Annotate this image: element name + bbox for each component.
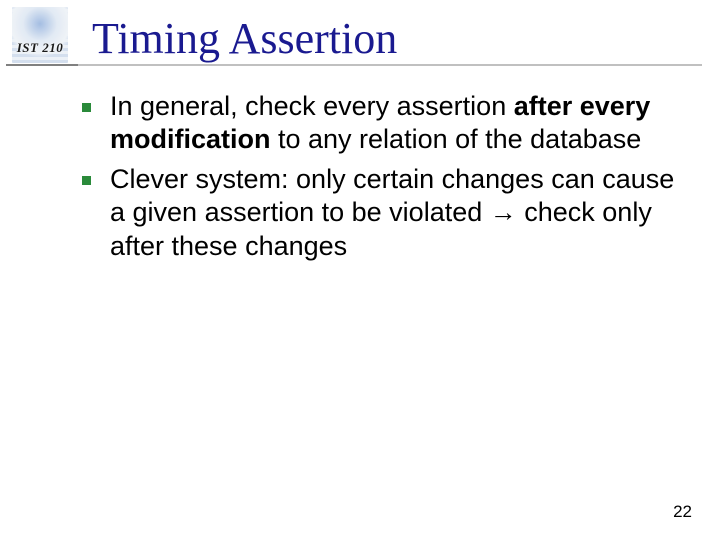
slide-header: IST 210 Timing Assertion <box>0 0 720 70</box>
course-label: IST 210 <box>6 40 74 56</box>
square-bullet-icon <box>82 103 91 112</box>
course-logo: IST 210 <box>0 0 80 70</box>
bullet-item: Clever system: only certain changes can … <box>110 163 680 263</box>
bullet-item: In general, check every assertion after … <box>110 90 680 157</box>
title-underline <box>6 64 702 66</box>
page-number: 22 <box>673 502 692 522</box>
arrow-icon: → <box>490 197 517 227</box>
title-underline-accent <box>6 64 78 66</box>
bullet-list: In general, check every assertion after … <box>110 90 680 263</box>
bullet-text-post: to any relation of the database <box>271 124 642 154</box>
slide-content: In general, check every assertion after … <box>0 70 720 263</box>
square-bullet-icon <box>82 176 91 185</box>
bullet-text-pre: In general, check every assertion <box>110 91 514 121</box>
slide-title: Timing Assertion <box>92 13 397 64</box>
